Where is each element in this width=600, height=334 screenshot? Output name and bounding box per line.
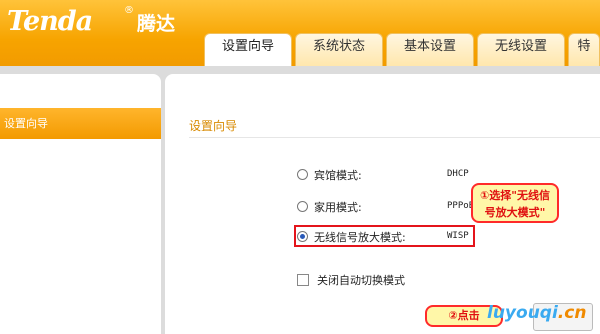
tab-basic-settings[interactable]: 基本设置 [386, 33, 474, 66]
brand-logo-cn: 腾达 [137, 13, 176, 35]
tab-setup-wizard[interactable]: 设置向导 [204, 33, 292, 66]
label-home-mode: 家用模式: [314, 201, 362, 214]
auto-switch-label: 关闭自动切换模式 [317, 274, 405, 287]
tab-special[interactable]: 特 [568, 33, 600, 66]
sidebar-item-setup-wizard[interactable]: 设置向导 [0, 108, 161, 139]
callout-select-line1: ①选择"无线信 [479, 189, 551, 202]
tab-system-status[interactable]: 系统状态 [295, 33, 383, 66]
label-hotel-mode: 宾馆模式: [314, 169, 362, 182]
auto-switch-checkbox[interactable] [297, 274, 309, 286]
registered-mark: ® [124, 5, 134, 16]
watermark-domain: .cn [557, 303, 587, 323]
callout-select-wisp: ①选择"无线信 号放大模式" [471, 183, 559, 223]
radio-home-mode[interactable] [297, 201, 308, 212]
radio-wisp-mode[interactable] [297, 231, 308, 242]
page-title: 设置向导 [189, 119, 238, 133]
label-wisp-mode: 无线信号放大模式: [314, 231, 406, 244]
site-watermark: luyouqi.cn [487, 303, 586, 323]
title-divider [189, 137, 600, 138]
tab-wireless-settings[interactable]: 无线设置 [477, 33, 565, 66]
header-bar: Tenda ® 腾达 设置向导 系统状态 基本设置 无线设置 特 [0, 0, 600, 66]
callout-select-line2: 号放大模式" [484, 206, 546, 219]
radio-hotel-mode[interactable] [297, 169, 308, 180]
watermark-text: luyouqi [487, 303, 558, 323]
brand-logo: Tenda [7, 6, 93, 37]
value-hotel-mode: DHCP [447, 169, 469, 179]
value-wisp-mode: WISP [447, 231, 469, 241]
